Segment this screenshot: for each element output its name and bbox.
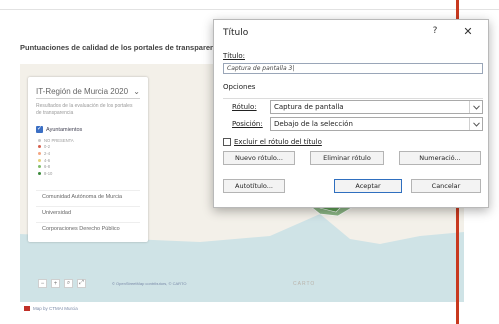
exclude-label-checkbox[interactable]: Excluir el rótulo del título <box>223 138 322 146</box>
legend-dot-icon <box>38 165 41 169</box>
chevron-down-icon: ⌄ <box>133 87 140 96</box>
options-divider <box>223 98 483 99</box>
legend-label: 0-2 <box>44 144 51 150</box>
legend-dot-icon <box>38 151 41 155</box>
map-footer: Map by CTMAI Murcia <box>24 306 78 311</box>
caption-input[interactable]: Captura de pantalla 3| <box>223 63 483 74</box>
legend-item: 6-8 <box>38 163 74 170</box>
legend-label: 6-8 <box>44 164 51 170</box>
delete-label-button[interactable]: Eliminar rótulo <box>310 151 384 165</box>
legend-item: 8-10 <box>38 170 74 177</box>
rotulo-label: Rótulo: <box>232 103 257 111</box>
cancel-button[interactable]: Cancelar <box>411 179 481 193</box>
zoom-in-button[interactable]: + <box>51 279 60 288</box>
legend-dot-icon <box>38 138 41 142</box>
chevron-down-icon[interactable] <box>469 118 482 130</box>
top-rule <box>0 9 499 10</box>
legend-item: 4-6 <box>38 157 74 164</box>
legend-label: NO PRESENTA <box>44 137 74 143</box>
legend-dot-icon <box>38 145 41 149</box>
new-label-button[interactable]: Nuevo rótulo... <box>223 151 295 165</box>
flag-icon <box>24 306 30 311</box>
caption-label: Título: <box>223 52 245 60</box>
autocaption-button[interactable]: Autotítulo... <box>223 179 285 193</box>
options-heading: Opciones <box>223 83 256 91</box>
legend-dot-icon <box>38 158 41 162</box>
rotulo-value: Captura de pantalla <box>274 103 344 111</box>
caption-dialog: Título ? ✕ Título: Captura de pantalla 3… <box>213 19 489 208</box>
checkbox-checked-icon[interactable]: ✓ <box>36 126 43 133</box>
checkbox-unchecked-icon[interactable] <box>223 138 231 146</box>
zoom-out-button[interactable]: − <box>38 279 47 288</box>
option-comunidad-autonoma[interactable]: Comunidad Autónoma de Murcia <box>36 190 140 203</box>
numbering-button[interactable]: Numeració... <box>399 151 481 165</box>
legend: NO PRESENTA 0-2 2-4 4-6 6-8 8-10 <box>38 137 74 177</box>
chevron-down-icon[interactable] <box>469 101 482 113</box>
option-universidad[interactable]: Universidad <box>36 206 140 219</box>
fullscreen-icon[interactable]: ⤢ <box>77 279 86 288</box>
help-button[interactable]: ? <box>429 26 441 40</box>
document-title: Puntuaciones de calidad de los portales … <box>20 43 226 52</box>
close-icon[interactable]: ✕ <box>460 24 476 40</box>
legend-dot-icon <box>38 171 41 175</box>
map-attribution[interactable]: © OpenStreetMap contributors, © CARTO <box>112 281 186 286</box>
posicion-dropdown[interactable]: Debajo de la selección <box>270 117 483 131</box>
legend-item: 0-2 <box>38 144 74 151</box>
region-select-value: IT-Región de Murcia 2020 <box>36 87 129 96</box>
legend-label: 8-10 <box>44 170 53 176</box>
exclude-label-text: Excluir el rótulo del título <box>234 138 322 146</box>
ayuntamientos-toggle[interactable]: ✓ Ayuntamientos <box>36 126 82 133</box>
search-icon[interactable]: ⌕ <box>64 279 73 288</box>
legend-item: 2-4 <box>38 150 74 157</box>
dialog-title: Título <box>223 28 249 38</box>
map-controls: − + ⌕ ⤢ <box>38 279 86 288</box>
legend-label: 4-6 <box>44 157 51 163</box>
region-select[interactable]: IT-Región de Murcia 2020 ⌄ <box>36 85 140 99</box>
footer-text[interactable]: Map by CTMAI Murcia <box>33 306 78 311</box>
posicion-label: Posición: <box>232 120 263 128</box>
ayuntamientos-label: Ayuntamientos <box>46 126 83 133</box>
ok-button[interactable]: Aceptar <box>334 179 402 193</box>
panel-description: Resultados de la evaluación de los porta… <box>36 103 133 116</box>
legend-item: NO PRESENTA <box>38 137 74 144</box>
option-corporaciones[interactable]: Corporaciones Derecho Público <box>36 222 140 235</box>
map-layer-panel: IT-Región de Murcia 2020 ⌄ Resultados de… <box>28 77 148 242</box>
legend-label: 2-4 <box>44 150 51 156</box>
rotulo-dropdown[interactable]: Captura de pantalla <box>270 100 483 114</box>
posicion-value: Debajo de la selección <box>274 120 353 128</box>
carto-logo: CARTO <box>293 281 316 287</box>
